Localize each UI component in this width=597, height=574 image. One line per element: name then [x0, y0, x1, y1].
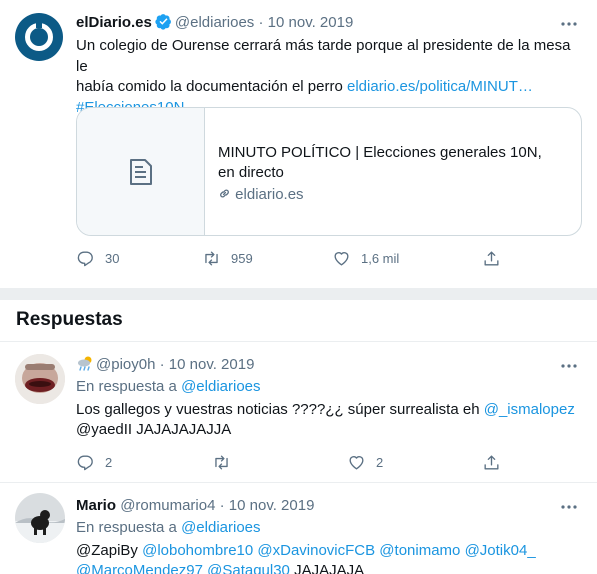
eldiario-logo-notch	[36, 18, 42, 28]
reply2-mentions[interactable]: @lobohombre10 @xDavinovicFCB @tonimamo @…	[142, 542, 536, 559]
retweet-count: 959	[231, 250, 253, 266]
like-count: 2	[376, 454, 384, 470]
share-button[interactable]	[482, 452, 501, 472]
reply-count: 2	[105, 454, 113, 470]
pioy0h-avatar[interactable]	[15, 354, 65, 404]
tweet-text: Un colegio de Ourense cerrará más tarde …	[76, 36, 586, 118]
reply1-separator: ·	[159, 356, 165, 373]
retweet-button[interactable]: 959	[202, 248, 253, 268]
retweet-icon	[205, 250, 218, 266]
author-handle[interactable]: @eldiarioes	[175, 14, 254, 31]
in-reply-label: En respuesta a	[76, 378, 182, 395]
tweet-header: elDiario.es @eldiarioes · 10 nov. 2019	[76, 13, 353, 33]
author-name[interactable]: elDiario.es	[76, 14, 152, 31]
like-icon	[334, 251, 349, 266]
reply-tweet-1[interactable]: @pioy0h · 10 nov. 2019 En respuesta a @e…	[0, 342, 597, 482]
document-icon	[130, 159, 152, 185]
reply1-text-line2: @yaedII JAJAJAJAJJA	[76, 421, 232, 438]
mario-avatar-image	[15, 493, 65, 543]
in-reply-label: En respuesta a	[76, 519, 182, 536]
more-icon[interactable]	[559, 14, 579, 34]
retweet-button[interactable]	[212, 452, 231, 472]
reply-icon	[77, 454, 93, 470]
pioy0h-avatar-image	[15, 354, 65, 404]
reply1-context: En respuesta a @eldiarioes	[76, 377, 261, 397]
reply2-text-line2: @MarcoMendez97 @Sataqul30 JAJAJAJA	[76, 561, 364, 574]
reply2-separator: ·	[219, 497, 225, 514]
section-divider	[0, 288, 597, 300]
in-reply-mention[interactable]: @eldiarioes	[181, 378, 260, 395]
card-domain: eldiario.es	[218, 185, 558, 205]
header-separator: ·	[258, 14, 264, 31]
tweet-date[interactable]: 10 nov. 2019	[268, 14, 354, 31]
reply-tweet-2[interactable]: Mario @romumario4 · 10 nov. 2019 En resp…	[0, 483, 597, 574]
more-icon[interactable]	[559, 497, 579, 517]
card-thumbnail	[77, 108, 205, 235]
reply2-name[interactable]: Mario	[76, 497, 116, 514]
reply1-actions: 2 2	[76, 452, 506, 472]
reply1-header: @pioy0h · 10 nov. 2019	[76, 355, 254, 375]
in-reply-mention[interactable]: @eldiarioes	[181, 519, 260, 536]
card-title: MINUTO POLÍTICO | Elecciones generales 1…	[218, 144, 542, 181]
tweet-text-line2: había comido la documentación el perro	[76, 78, 347, 95]
tweet-actions: 30 959 1,6 mil	[76, 248, 506, 268]
reply-button[interactable]: 2	[76, 452, 112, 472]
reply1-mention[interactable]: @_ismalopez	[484, 401, 575, 418]
reply-icon	[77, 250, 93, 266]
main-tweet[interactable]: elDiario.es @eldiarioes · 10 nov. 2019 Un…	[0, 0, 597, 288]
like-count: 1,6 mil	[361, 250, 400, 266]
share-icon	[484, 454, 499, 470]
reply2-handle[interactable]: @romumario4	[120, 497, 215, 514]
reply1-text-line1: Los gallegos y vuestras noticias ????¿¿ …	[76, 400, 575, 420]
reply1-text-a: Los gallegos y vuestras noticias ????¿¿ …	[76, 401, 484, 418]
like-icon	[349, 455, 364, 470]
verified-icon	[155, 14, 171, 30]
card-domain-text: eldiario.es	[235, 186, 304, 203]
retweet-icon	[215, 454, 228, 470]
reply2-context: En respuesta a @eldiarioes	[76, 518, 261, 538]
share-icon	[484, 250, 499, 266]
share-button[interactable]	[482, 248, 501, 268]
reply-button[interactable]: 30	[76, 248, 119, 268]
more-icon[interactable]	[559, 356, 579, 376]
link-card[interactable]: MINUTO POLÍTICO | Elecciones generales 1…	[76, 107, 582, 236]
reply2-suffix: JAJAJAJA	[289, 562, 365, 574]
reply2-header: Mario @romumario4 · 10 nov. 2019	[76, 496, 314, 516]
like-button[interactable]: 1,6 mil	[332, 248, 399, 268]
reply-count: 30	[105, 250, 120, 266]
reply2-text-line1: @ZapiBy @lobohombre10 @xDavinovicFCB @to…	[76, 541, 536, 561]
mario-avatar[interactable]	[15, 493, 65, 543]
card-text: MINUTO POLÍTICO | Elecciones generales 1…	[218, 143, 558, 205]
weather-emoji-icon	[76, 355, 94, 371]
reply2-prefix: @ZapiBy	[76, 542, 143, 559]
reply1-handle[interactable]: @pioy0h	[96, 356, 155, 373]
tweet-link[interactable]: eldiario.es/politica/MINUT…	[347, 78, 533, 95]
eldiario-avatar[interactable]	[15, 13, 63, 61]
tweet-text-line1: Un colegio de Ourense cerrará más tarde …	[76, 37, 571, 75]
link-icon	[220, 189, 229, 198]
like-button[interactable]: 2	[347, 452, 383, 472]
reply1-date[interactable]: 10 nov. 2019	[169, 356, 255, 373]
reply2-mentions-2[interactable]: @MarcoMendez97 @Sataqul30	[76, 562, 290, 574]
reply2-date[interactable]: 10 nov. 2019	[229, 497, 315, 514]
replies-heading: Respuestas	[16, 309, 123, 330]
